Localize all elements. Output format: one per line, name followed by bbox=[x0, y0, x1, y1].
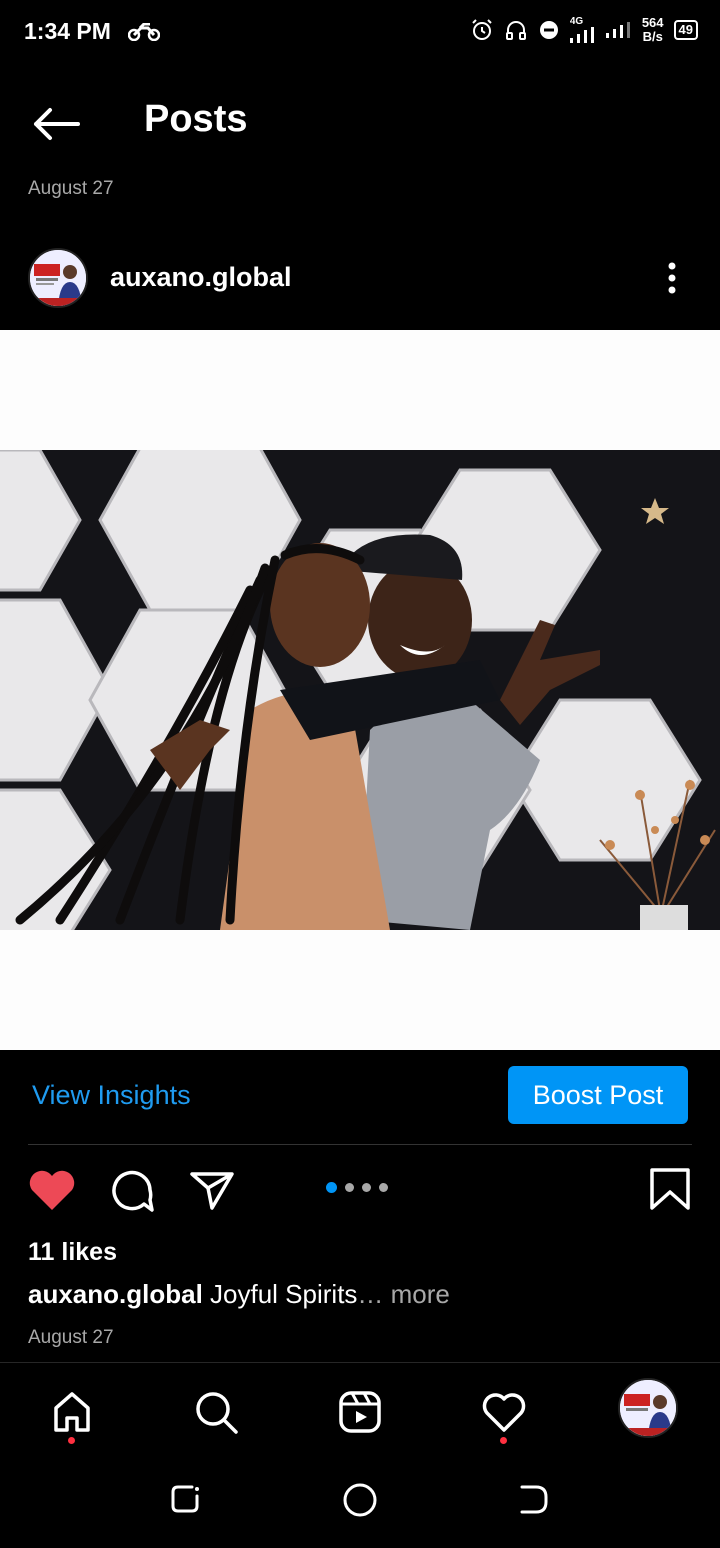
divider bbox=[28, 1144, 692, 1145]
more-options-button[interactable] bbox=[652, 258, 692, 298]
comment-button[interactable] bbox=[106, 1164, 158, 1216]
nav-profile[interactable] bbox=[618, 1378, 678, 1438]
headphones-icon bbox=[505, 21, 526, 40]
page-title: Posts bbox=[144, 98, 248, 140]
status-time: 1:34 PM bbox=[24, 18, 111, 44]
save-button[interactable] bbox=[644, 1164, 696, 1216]
more-vertical-icon bbox=[668, 262, 676, 294]
carousel-indicator bbox=[326, 1182, 388, 1193]
net-speed: 564 B/s bbox=[642, 16, 664, 44]
post-caption: auxano.global Joyful Spirits… more bbox=[28, 1279, 450, 1310]
nav-divider bbox=[0, 1362, 720, 1363]
post-author-username[interactable]: auxano.global bbox=[110, 262, 292, 293]
nav-reels[interactable] bbox=[330, 1382, 390, 1442]
nav-search[interactable] bbox=[186, 1382, 246, 1442]
carousel-dot bbox=[326, 1182, 337, 1193]
home-icon bbox=[54, 1392, 90, 1432]
photo-image bbox=[0, 450, 720, 930]
post-author-avatar[interactable] bbox=[28, 248, 88, 308]
caption-ellipsis: … bbox=[357, 1279, 384, 1309]
carousel-dot bbox=[379, 1183, 388, 1192]
alarm-icon bbox=[472, 19, 492, 40]
system-recents-button[interactable] bbox=[164, 1478, 208, 1522]
share-button[interactable] bbox=[186, 1164, 238, 1216]
net-speed-value: 564 bbox=[641, 15, 664, 30]
signal-2-icon bbox=[605, 22, 630, 38]
net-speed-unit: B/s bbox=[642, 29, 663, 44]
nav-activity[interactable] bbox=[474, 1382, 534, 1442]
caption-text: Joyful Spirits bbox=[202, 1279, 358, 1309]
view-insights-link[interactable]: View Insights bbox=[32, 1080, 191, 1111]
post-date-bottom: August 27 bbox=[28, 1327, 114, 1348]
recents-icon bbox=[171, 1485, 199, 1513]
circle-home-icon bbox=[343, 1483, 377, 1517]
carousel-dot bbox=[362, 1183, 371, 1192]
bookmark-icon bbox=[650, 1168, 690, 1210]
search-icon bbox=[196, 1392, 238, 1434]
arrow-left-icon bbox=[34, 108, 80, 140]
home-notification-dot bbox=[68, 1437, 75, 1444]
back-button[interactable] bbox=[28, 100, 84, 148]
signal-icon bbox=[569, 27, 594, 43]
dnd-icon bbox=[539, 21, 558, 39]
status-icons: 4G 564 B/s 49 bbox=[470, 16, 698, 44]
comment-icon bbox=[112, 1170, 154, 1212]
heart-filled-icon bbox=[29, 1170, 75, 1210]
heart-icon bbox=[482, 1393, 526, 1432]
likes-count[interactable]: 11 likes bbox=[28, 1238, 117, 1267]
caption-username[interactable]: auxano.global bbox=[28, 1279, 203, 1309]
avatar-image bbox=[30, 250, 86, 306]
caption-more-link[interactable]: more bbox=[383, 1279, 450, 1309]
battery-indicator: 49 bbox=[673, 20, 698, 40]
system-back-button[interactable] bbox=[512, 1478, 556, 1522]
carousel-dot bbox=[345, 1183, 354, 1192]
network-type: 4G bbox=[569, 16, 584, 27]
back-gesture-icon bbox=[520, 1485, 548, 1514]
signal-4g: 4G bbox=[569, 16, 596, 43]
system-home-button[interactable] bbox=[338, 1478, 382, 1522]
activity-notification-dot bbox=[500, 1437, 507, 1444]
motorbike-icon bbox=[128, 23, 160, 41]
paper-plane-icon bbox=[190, 1172, 234, 1210]
nav-home[interactable] bbox=[42, 1382, 102, 1442]
boost-post-button[interactable]: Boost Post bbox=[508, 1066, 688, 1124]
post-photo[interactable] bbox=[0, 450, 720, 930]
post-date-top: August 27 bbox=[28, 178, 114, 199]
profile-avatar-image bbox=[620, 1380, 676, 1436]
like-button[interactable] bbox=[26, 1164, 78, 1216]
reels-icon bbox=[339, 1391, 381, 1433]
